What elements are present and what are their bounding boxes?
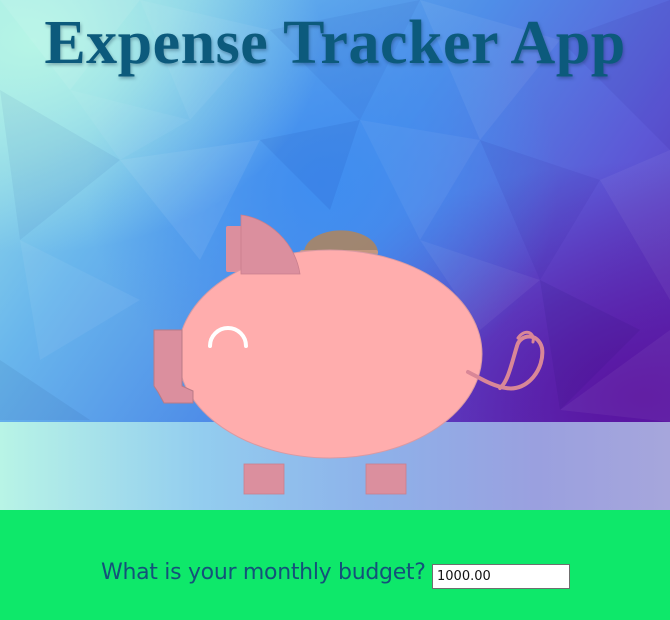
page-title: Expense Tracker App <box>44 9 626 77</box>
piggy-bank-icon <box>153 214 545 495</box>
hero-background: Expense Tracker App <box>0 0 670 510</box>
budget-question-label: What is your monthly budget? <box>101 560 426 585</box>
monthly-budget-input[interactable] <box>432 564 570 589</box>
budget-form: What is your monthly budget? <box>0 560 670 594</box>
